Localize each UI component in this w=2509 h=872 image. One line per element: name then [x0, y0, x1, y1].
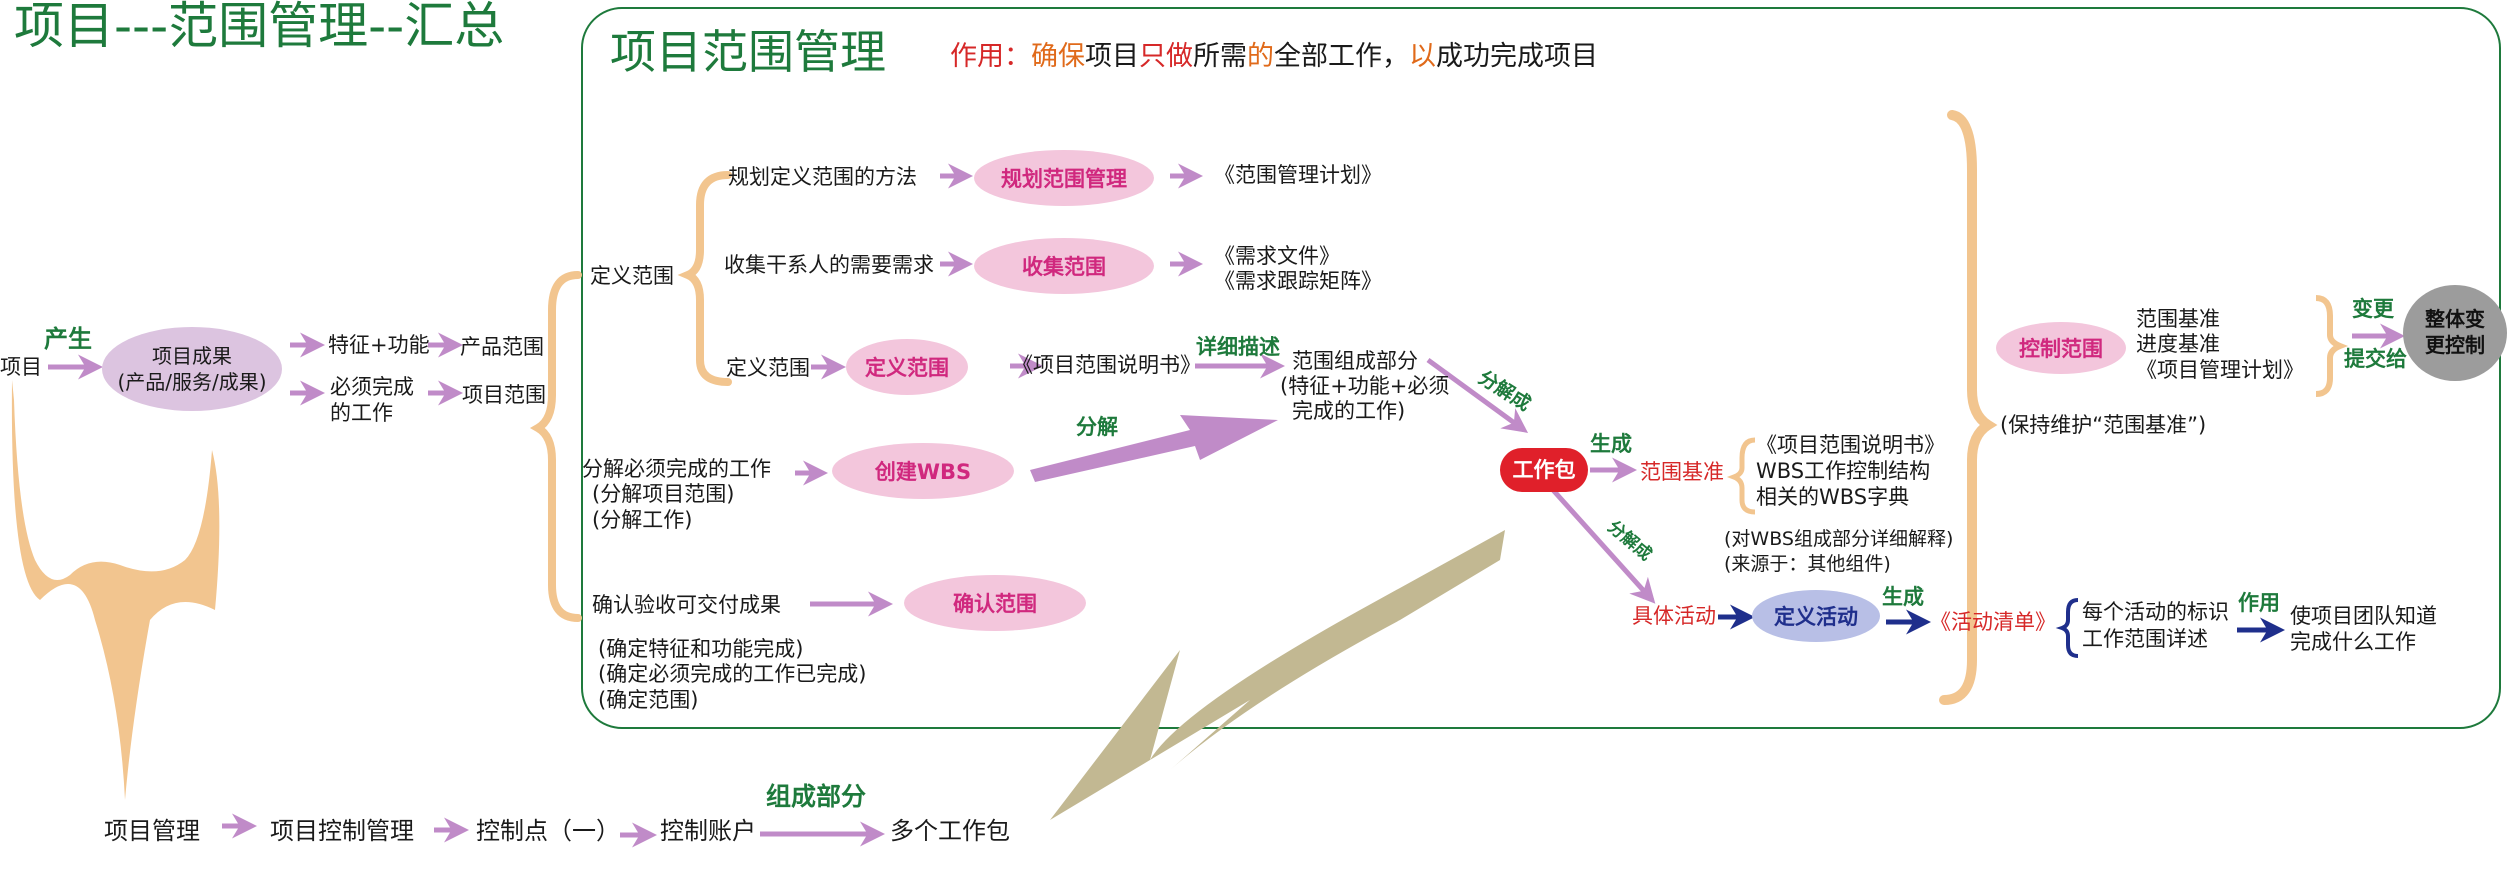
- integrated-change-1: 整体变: [2425, 307, 2485, 331]
- wbs-note-1: (对WBS组成部分详细解释): [1724, 528, 1954, 550]
- baseline-item-1: 《项目范围说明书》: [1756, 433, 1945, 457]
- wbs-note-2: (来源于：其他组件): [1724, 553, 1891, 575]
- control-baseline-3: 《项目管理计划》: [2136, 358, 2304, 382]
- brace-define: [677, 171, 732, 386]
- frame-title: 项目范围管理: [610, 25, 886, 79]
- bottom-ca: 控制账户: [660, 817, 756, 845]
- purpose-8: 成功完成项目: [1436, 41, 1598, 72]
- define-output: 《项目范围说明书》: [1012, 353, 1201, 377]
- produce-label: 产生: [44, 325, 92, 353]
- decompose-label: 分解: [1076, 415, 1118, 439]
- components-2: (特征+功能+必须: [1280, 374, 1450, 398]
- project-result-node: 项目成果 (产品/服务/成果): [102, 327, 282, 411]
- team-2: 完成什么工作: [2290, 630, 2416, 654]
- scope-baseline-label: 范围基准: [1640, 460, 1724, 484]
- collect-out1: 《需求文件》: [1214, 244, 1340, 268]
- components-1: 范围组成部分: [1292, 349, 1418, 373]
- team-1: 使项目团队知道: [2290, 604, 2437, 628]
- brace-right-control: [2315, 295, 2349, 397]
- purpose-label: 作用：: [950, 41, 1031, 72]
- project-scope-label: 项目范围: [462, 383, 546, 407]
- product-scope-label: 产品范围: [460, 335, 544, 359]
- purpose-line: 作用：确保项目只做所需的全部工作，以成功完成项目: [950, 40, 1598, 74]
- activities-label: 具体活动: [1632, 604, 1716, 628]
- plan-scope-node: 规划范围管理: [974, 150, 1154, 206]
- purpose-1: 确保: [1031, 41, 1085, 72]
- project-label: 项目: [0, 355, 42, 379]
- baseline-item-2: WBS工作控制结构: [1756, 459, 1931, 483]
- page-title: 项目---范围管理--汇总: [14, 0, 505, 55]
- verify-note-1: (确定特征和功能完成): [598, 637, 804, 661]
- submit-label: 提交给: [2344, 347, 2407, 371]
- purpose-7: 以: [1409, 41, 1436, 72]
- control-scope-node: 控制范围: [1996, 322, 2126, 374]
- control-baseline-1: 范围基准: [2136, 307, 2220, 331]
- decompose-p2: (分解工作): [592, 508, 693, 532]
- collect-out2: 《需求跟踪矩阵》: [1214, 269, 1382, 293]
- brace-main: [529, 271, 582, 622]
- effect-label: 作用: [2238, 591, 2280, 615]
- verify-note-3: (确定范围): [598, 688, 699, 712]
- plan-method-label: 规划定义范围的方法: [728, 165, 917, 189]
- verify-work-label: 确认验收可交付成果: [592, 593, 781, 617]
- activity-item-2: 工作范围详述: [2082, 627, 2208, 651]
- decompose-work-label: 分解必须完成的工作: [582, 457, 771, 481]
- purpose-2: 项目: [1085, 41, 1139, 72]
- must-work-1: 必须完成: [330, 375, 414, 399]
- define-scope-node: 定义范围: [846, 339, 968, 395]
- decompose-p1: (分解项目范围): [592, 482, 735, 506]
- generate-1: 生成: [1590, 432, 1632, 456]
- purpose-6: 全部工作，: [1274, 41, 1409, 72]
- decorative-orange-shape: [11, 380, 220, 800]
- work-package-label: 工作包: [1512, 458, 1576, 482]
- activity-item-1: 每个活动的标识: [2082, 600, 2229, 624]
- detail-label: 详细描述: [1196, 335, 1280, 359]
- purpose-5: 的: [1247, 41, 1274, 72]
- collect-need-label: 收集干系人的需要需求: [724, 253, 934, 277]
- collect-scope-node: 收集范围: [974, 238, 1154, 294]
- bottom-wp: 多个工作包: [890, 817, 1010, 845]
- define-activities-node: 定义活动: [1752, 590, 1880, 642]
- verify-note-2: (确定必须完成的工作已完成): [598, 662, 867, 686]
- bottom-pcm: 项目控制管理: [270, 817, 414, 845]
- bottom-component-label: 组成部分: [766, 782, 867, 811]
- brace-activity: [2055, 598, 2079, 658]
- result-line1: 项目成果: [152, 344, 232, 368]
- big-khaki-arrow: [1050, 530, 1505, 820]
- verify-scope-node: 确认范围: [904, 575, 1086, 631]
- maintain-baseline-label: (保持维护“范围基准”): [2000, 413, 2207, 437]
- plan-output: 《范围管理计划》: [1214, 163, 1382, 187]
- create-wbs-node: 创建WBS: [832, 443, 1014, 499]
- decompose-arrow: [1030, 415, 1278, 482]
- brace-baseline: [1726, 437, 1756, 515]
- define-scope-label: 定义范围: [590, 264, 674, 288]
- feature-label: 特征+功能: [328, 333, 430, 357]
- control-baseline-2: 进度基准: [2136, 332, 2220, 356]
- components-3: 完成的工作): [1292, 399, 1406, 423]
- purpose-3: 只做: [1139, 41, 1193, 72]
- generate-2: 生成: [1882, 585, 1924, 609]
- must-work-2: 的工作: [330, 401, 393, 425]
- integrated-change-2: 更控制: [2425, 333, 2485, 357]
- purpose-4: 所需: [1193, 41, 1247, 72]
- bottom-cp: 控制点（一）: [476, 817, 620, 845]
- bottom-pm: 项目管理: [104, 817, 200, 845]
- baseline-item-3: 相关的WBS字典: [1756, 485, 1910, 509]
- define-small-label: 定义范围: [726, 356, 810, 380]
- result-line2: (产品/服务/成果): [117, 370, 267, 394]
- activity-list-label: 《活动清单》: [1930, 610, 2056, 634]
- change-label: 变更: [2352, 297, 2394, 321]
